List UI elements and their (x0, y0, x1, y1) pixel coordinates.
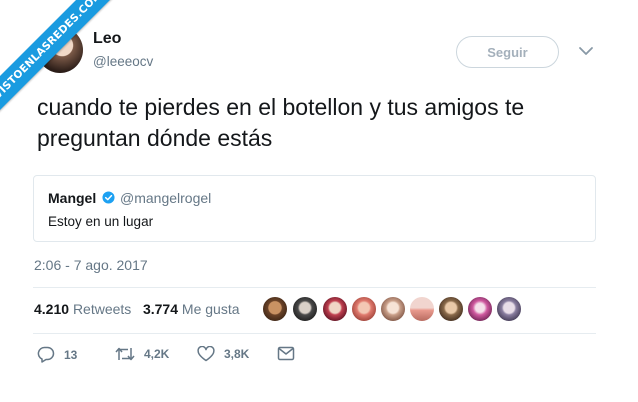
liker-avatar[interactable] (438, 296, 464, 322)
retweets-count[interactable]: 4.210 (34, 301, 69, 317)
reply-button[interactable]: 13 (37, 346, 77, 363)
reply-count: 13 (64, 347, 78, 362)
verified-icon (102, 191, 115, 204)
liker-avatar[interactable] (467, 296, 493, 322)
chevron-down-icon[interactable] (577, 44, 595, 58)
retweet-button[interactable]: 4,2K (115, 346, 169, 362)
liker-avatar[interactable] (351, 296, 377, 322)
quote-author-handle: @mangelrogel (120, 190, 212, 206)
quoted-tweet[interactable]: Mangel @mangelrogel Estoy en un lugar (33, 175, 596, 242)
likes-count[interactable]: 3.774 (143, 301, 178, 317)
like-icon (197, 346, 215, 362)
follow-button[interactable]: Seguir (456, 36, 559, 68)
message-icon (277, 346, 295, 361)
like-count: 3,8K (224, 347, 250, 361)
watermark-ribbon: VISTOENLASREDES.COM (0, 0, 120, 120)
tweet-stats: 4.210 Retweets 3.774 Me gusta (34, 301, 240, 317)
like-button[interactable]: 3,8K (197, 346, 249, 362)
quote-author-name: Mangel (48, 190, 97, 206)
reply-icon (37, 346, 55, 363)
liker-avatar[interactable] (409, 296, 435, 322)
likes-label[interactable]: Me gusta (182, 301, 240, 317)
divider (33, 287, 596, 288)
direct-message-button[interactable] (277, 346, 295, 361)
quote-text: Estoy en un lugar (48, 214, 154, 229)
liker-avatar[interactable] (380, 296, 406, 322)
tweet-page: VISTOENLASREDES.COM Leo @leeeocv Seguir … (0, 0, 638, 402)
retweets-label[interactable]: Retweets (73, 301, 131, 317)
retweet-icon (115, 347, 135, 361)
tweet-timestamp[interactable]: 2:06 - 7 ago. 2017 (34, 257, 148, 273)
liker-avatar[interactable] (496, 296, 522, 322)
divider (33, 333, 596, 334)
liker-avatar[interactable] (292, 296, 318, 322)
watermark: VISTOENLASREDES.COM (0, 0, 120, 120)
tweet-text: cuando te pierdes en el botellon y tus a… (37, 94, 525, 151)
retweet-count: 4,2K (144, 347, 170, 361)
liker-avatar[interactable] (262, 296, 288, 322)
liker-avatar[interactable] (322, 296, 348, 322)
